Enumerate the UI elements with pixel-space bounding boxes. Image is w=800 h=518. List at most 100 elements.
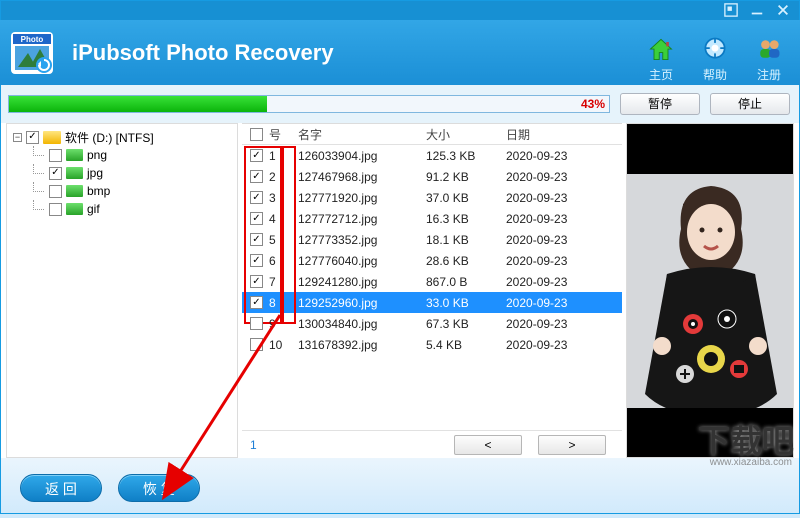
table-row[interactable]: 4 127772712.jpg16.3 KB2020-09-23 <box>242 208 622 229</box>
row-date: 2020-09-23 <box>506 233 622 247</box>
svg-text:Photo: Photo <box>21 35 44 44</box>
checkbox[interactable] <box>49 185 62 198</box>
recover-button[interactable]: 恢 复 <box>118 474 200 502</box>
next-page-button[interactable]: > <box>538 435 606 455</box>
row-num: 2 <box>269 170 276 184</box>
tree-item-jpg[interactable]: jpg <box>13 164 231 182</box>
row-num: 3 <box>269 191 276 205</box>
row-date: 2020-09-23 <box>506 254 622 268</box>
row-num: 6 <box>269 254 276 268</box>
tree-label: jpg <box>87 166 103 180</box>
folder-icon <box>66 203 83 215</box>
footer-bar: 返 回 恢 复 <box>0 458 800 518</box>
drive-tree[interactable]: − 软件 (D:) [NTFS] png jpg bmp gif <box>6 123 238 458</box>
row-name: 127772712.jpg <box>298 212 426 226</box>
folder-icon <box>66 149 83 161</box>
nav-help[interactable]: 帮助 <box>700 35 730 83</box>
table-row[interactable]: 6127776040.jpg28.6 KB2020-09-23 <box>242 250 622 271</box>
preview-pane <box>626 123 794 458</box>
close-icon[interactable] <box>776 3 790 17</box>
page-number[interactable]: 1 <box>250 438 257 452</box>
header-name[interactable]: 名字 <box>298 126 426 143</box>
table-row[interactable]: 9 130034840.jpg67.3 KB2020-09-23 <box>242 313 622 334</box>
checkbox[interactable] <box>26 131 39 144</box>
table-row[interactable]: 3127771920.jpg37.0 KB2020-09-23 <box>242 187 622 208</box>
row-size: 91.2 KB <box>426 170 506 184</box>
prev-page-button[interactable]: < <box>454 435 522 455</box>
stop-button[interactable]: 停止 <box>710 93 790 115</box>
row-checkbox[interactable] <box>250 317 263 330</box>
row-size: 18.1 KB <box>426 233 506 247</box>
tree-item-bmp[interactable]: bmp <box>13 182 231 200</box>
nav-home[interactable]: 主页 <box>646 35 676 83</box>
header-num[interactable]: 号 <box>242 126 298 143</box>
back-button[interactable]: 返 回 <box>20 474 102 502</box>
pause-button[interactable]: 暂停 <box>620 93 700 115</box>
row-date: 2020-09-23 <box>506 170 622 184</box>
row-date: 2020-09-23 <box>506 338 622 352</box>
row-checkbox[interactable] <box>250 338 263 351</box>
row-size: 16.3 KB <box>426 212 506 226</box>
row-date: 2020-09-23 <box>506 149 622 163</box>
row-num: 9 <box>269 317 276 331</box>
row-name: 126033904.jpg <box>298 149 426 163</box>
nav-register[interactable]: 注册 <box>754 35 784 83</box>
row-checkbox[interactable] <box>250 212 263 225</box>
tree-label: gif <box>87 202 100 216</box>
folder-open-icon <box>43 131 61 144</box>
window-topbar <box>0 0 800 20</box>
row-name: 131678392.jpg <box>298 338 426 352</box>
checkbox[interactable] <box>49 203 62 216</box>
row-date: 2020-09-23 <box>506 212 622 226</box>
table-row[interactable]: 7129241280.jpg867.0 B2020-09-23 <box>242 271 622 292</box>
header-nav: 主页 帮助 注册 <box>646 35 784 83</box>
table-row[interactable]: 1126033904.jpg125.3 KB2020-09-23 <box>242 145 622 166</box>
checkbox[interactable] <box>49 167 62 180</box>
minimize-icon[interactable] <box>750 3 764 17</box>
grid-header[interactable]: 号 名字 大小 日期 <box>242 124 622 145</box>
row-name: 127771920.jpg <box>298 191 426 205</box>
table-row[interactable]: 5127773352.jpg18.1 KB2020-09-23 <box>242 229 622 250</box>
row-num: 8 <box>269 296 276 310</box>
row-checkbox[interactable] <box>250 275 263 288</box>
table-row[interactable]: 8129252960.jpg33.0 KB2020-09-23 <box>242 292 622 313</box>
row-checkbox[interactable] <box>250 254 263 267</box>
header-size[interactable]: 大小 <box>426 126 506 143</box>
tree-item-gif[interactable]: gif <box>13 200 231 218</box>
row-checkbox[interactable] <box>250 191 263 204</box>
grid-body[interactable]: 1126033904.jpg125.3 KB2020-09-23 2 1274679… <box>242 145 622 430</box>
tree-root[interactable]: − 软件 (D:) [NTFS] <box>13 128 231 146</box>
header-date[interactable]: 日期 <box>506 126 622 143</box>
row-size: 5.4 KB <box>426 338 506 352</box>
row-size: 67.3 KB <box>426 317 506 331</box>
row-checkbox[interactable] <box>250 170 263 183</box>
preview-image <box>627 174 793 408</box>
row-name: 127467968.jpg <box>298 170 426 184</box>
progress-fill <box>9 96 267 112</box>
row-size: 125.3 KB <box>426 149 506 163</box>
row-checkbox[interactable] <box>250 233 263 246</box>
pagination: 1 < > <box>242 430 622 458</box>
row-name: 129252960.jpg <box>298 296 426 310</box>
progress-pct: 43% <box>581 96 605 112</box>
checkbox[interactable] <box>49 149 62 162</box>
watermark-text: 下载吧 <box>698 416 794 462</box>
select-all-checkbox[interactable] <box>250 128 263 141</box>
home-icon <box>646 35 676 66</box>
settings-icon[interactable] <box>724 3 738 17</box>
watermark-url: www.xiazaiba.com <box>710 457 792 468</box>
row-name: 129241280.jpg <box>298 275 426 289</box>
help-icon <box>700 35 730 66</box>
table-row[interactable]: 2 127467968.jpg91.2 KB2020-09-23 <box>242 166 622 187</box>
file-list: 号 名字 大小 日期 1126033904.jpg125.3 KB2020-09… <box>242 123 622 458</box>
row-checkbox[interactable] <box>250 149 263 162</box>
row-date: 2020-09-23 <box>506 317 622 331</box>
tree-item-png[interactable]: png <box>13 146 231 164</box>
row-num: 4 <box>269 212 276 226</box>
folder-icon <box>66 185 83 197</box>
row-size: 867.0 B <box>426 275 506 289</box>
collapse-icon[interactable]: − <box>13 133 22 142</box>
row-checkbox[interactable] <box>250 296 263 309</box>
row-name: 130034840.jpg <box>298 317 426 331</box>
table-row[interactable]: 10131678392.jpg5.4 KB2020-09-23 <box>242 334 622 355</box>
